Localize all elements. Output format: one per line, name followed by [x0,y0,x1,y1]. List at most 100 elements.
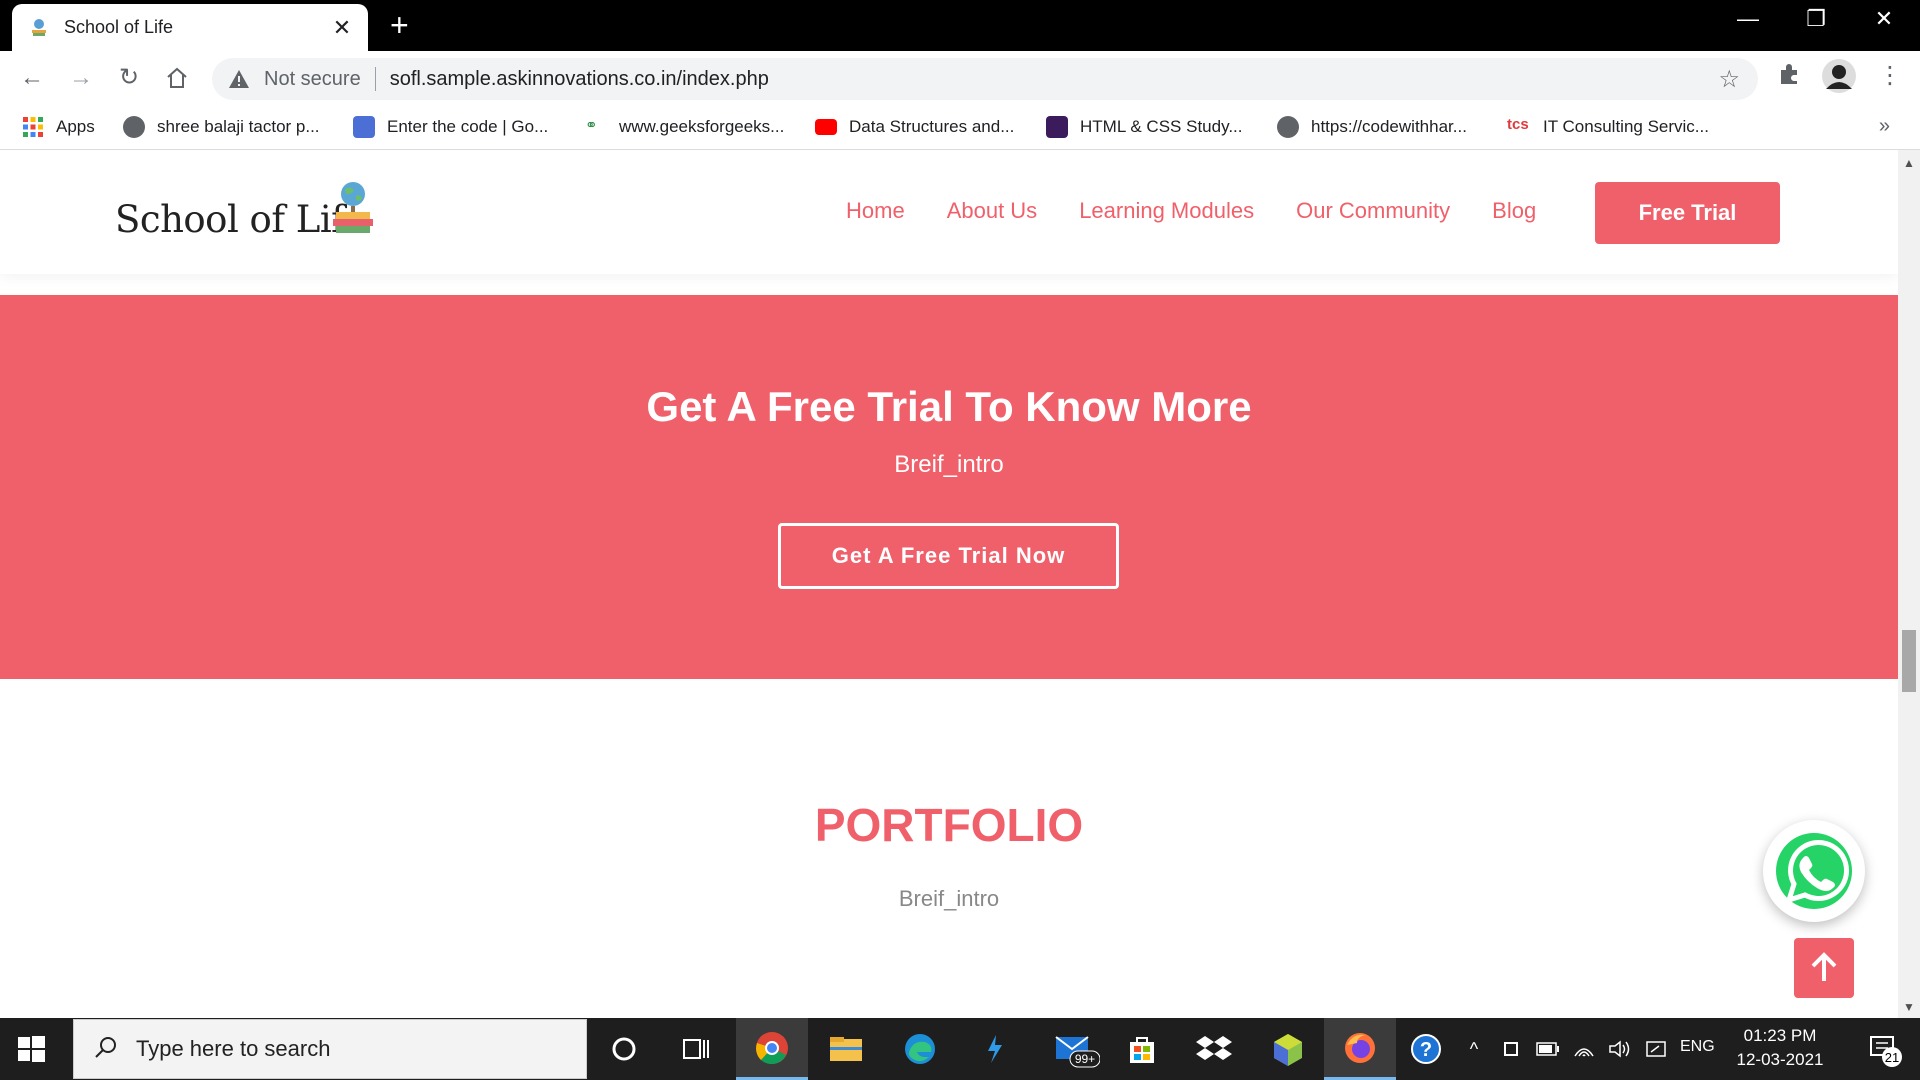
scroll-up-icon[interactable]: ▲ [1903,156,1915,170]
address-divider [374,67,376,91]
bookmark-item[interactable]: HTML & CSS Study... [1046,113,1243,141]
url-text[interactable]: sofl.sample.askinnovations.co.in/index.p… [390,68,1719,91]
globe-books-icon [333,182,373,233]
meet-now-icon[interactable] [1494,1018,1530,1080]
nav-our-community[interactable]: Our Community [1296,198,1450,224]
language-indicator[interactable]: ENG [1680,1038,1715,1056]
tab-title: School of Life [64,17,174,37]
classroom-icon [353,116,375,138]
bookmark-label: Enter the code | Go... [387,117,549,136]
clock[interactable]: 01:23 PM 12-03-2021 [1730,1024,1830,1072]
microsoft-store-icon[interactable] [1106,1018,1178,1080]
bookmarks-overflow-icon[interactable]: » [1879,115,1890,138]
clock-time: 01:23 PM [1743,1026,1817,1045]
free-trial-banner: Get A Free Trial To Know More Breif_intr… [0,295,1898,679]
minimize-icon[interactable]: — [1718,6,1778,32]
scrollbar-thumb[interactable] [1902,630,1916,692]
restore-icon[interactable]: ❐ [1786,6,1846,32]
tcs-icon: tcs [1507,116,1529,133]
apps-grid-icon [22,116,44,138]
window-close-icon[interactable]: ✕ [1854,6,1914,32]
bookmark-apps[interactable]: Apps [22,113,95,141]
search-placeholder: Type here to search [136,1036,331,1061]
banner-title: Get A Free Trial To Know More [646,383,1252,430]
nav-home[interactable]: Home [846,198,905,224]
bookmark-item[interactable]: shree balaji tactor p... [123,113,320,141]
profile-avatar[interactable] [1822,59,1856,98]
security-label: Not secure [264,67,361,90]
bookmark-star-icon[interactable]: ☆ [1718,65,1740,94]
app-cube-icon[interactable] [1252,1018,1324,1080]
chrome-taskbar-icon[interactable] [736,1018,808,1080]
windows-start-icon[interactable] [16,1034,46,1064]
browser-menu-icon[interactable]: ⋮ [1878,61,1902,90]
back-icon[interactable]: ← [17,63,47,93]
banner-intro: Breif_intro [894,451,1004,478]
notifications-icon[interactable]: 21 [1852,1018,1916,1080]
bookmark-label: www.geeksforgeeks... [619,117,785,136]
search-icon [94,1035,118,1064]
bookmark-label: Data Structures and... [849,117,1015,136]
help-icon[interactable]: ? [1398,1018,1454,1080]
tray-overflow-icon[interactable]: ^ [1456,1018,1492,1080]
nav-learning-modules[interactable]: Learning Modules [1079,198,1254,224]
bookmark-item[interactable]: ⚭ www.geeksforgeeks... [585,113,784,141]
free-trial-button[interactable]: Free Trial [1595,182,1780,244]
task-view-icon[interactable] [660,1018,732,1080]
browser-toolbar: ← → ↻ Not secure sofl.sample.askinnovati… [0,51,1920,105]
main-navigation: Home About Us Learning Modules Our Commu… [846,198,1578,224]
windows-taskbar: Type here to search 99+ ? ^ ENG 01:23 PM… [0,1018,1920,1080]
browser-tab[interactable]: School of Life ✕ [12,4,368,51]
bookmark-label: IT Consulting Servic... [1543,117,1709,136]
browser-tab-strip: School of Life ✕ + — ❐ ✕ [0,0,1920,51]
tablet-icon[interactable] [1638,1018,1674,1080]
bookmark-label: https://codewithhar... [1311,117,1467,136]
bookmark-label: shree balaji tactor p... [157,117,320,136]
dropbox-icon[interactable] [1178,1018,1250,1080]
page-viewport: School of Life Home About Us Learning Mo… [0,150,1898,1018]
address-bar[interactable]: Not secure sofl.sample.askinnovations.co… [212,58,1758,100]
site-favicon-icon [30,18,48,38]
tab-close-icon[interactable]: ✕ [330,15,354,41]
get-free-trial-now-button[interactable]: Get A Free Trial Now [778,523,1119,589]
home-icon[interactable] [162,63,192,93]
geeksforgeeks-icon: ⚭ [585,117,598,134]
extensions-icon[interactable] [1776,61,1802,92]
globe-icon [1277,116,1299,138]
page-scrollbar[interactable]: ▲ ▼ [1898,150,1920,1018]
reload-icon[interactable]: ↻ [114,63,144,93]
warning-icon[interactable] [228,69,250,89]
mail-icon[interactable]: 99+ [1040,1018,1112,1080]
globe-icon [123,116,145,138]
bookmark-item[interactable]: tcs IT Consulting Servic... [1507,113,1709,141]
bookmark-label: HTML & CSS Study... [1080,117,1243,136]
taskbar-search[interactable]: Type here to search [73,1019,587,1079]
scroll-down-icon[interactable]: ▼ [1903,1000,1915,1014]
notification-count: 21 [1885,1050,1899,1065]
scroll-to-top-icon[interactable] [1794,938,1854,998]
pw-icon [1046,116,1068,138]
cortana-icon[interactable] [588,1018,660,1080]
bookmarks-bar: Apps shree balaji tactor p... Enter the … [0,105,1920,150]
firefox-icon[interactable] [1324,1018,1396,1080]
whatsapp-icon[interactable] [1763,820,1865,922]
bookmark-item[interactable]: Data Structures and... [815,113,1014,141]
portfolio-heading: PORTFOLIO [814,799,1084,851]
bookmark-item[interactable]: https://codewithhar... [1277,113,1467,141]
new-tab-button[interactable]: + [390,8,409,42]
battery-icon[interactable] [1530,1018,1566,1080]
volume-icon[interactable] [1602,1018,1638,1080]
edge-icon[interactable] [884,1018,956,1080]
clock-date: 12-03-2021 [1736,1050,1824,1069]
forward-icon[interactable]: → [66,63,96,93]
visual-studio-code-icon[interactable] [958,1018,1030,1080]
bookmark-label: Apps [56,117,95,136]
nav-blog[interactable]: Blog [1492,198,1536,224]
site-logo[interactable]: School of Life [115,198,366,241]
portfolio-intro: Breif_intro [898,886,1000,911]
svg-text:?: ? [1420,1039,1432,1061]
bookmark-item[interactable]: Enter the code | Go... [353,113,548,141]
wifi-icon[interactable] [1566,1018,1602,1080]
nav-about-us[interactable]: About Us [947,198,1038,224]
file-explorer-icon[interactable] [810,1018,882,1080]
